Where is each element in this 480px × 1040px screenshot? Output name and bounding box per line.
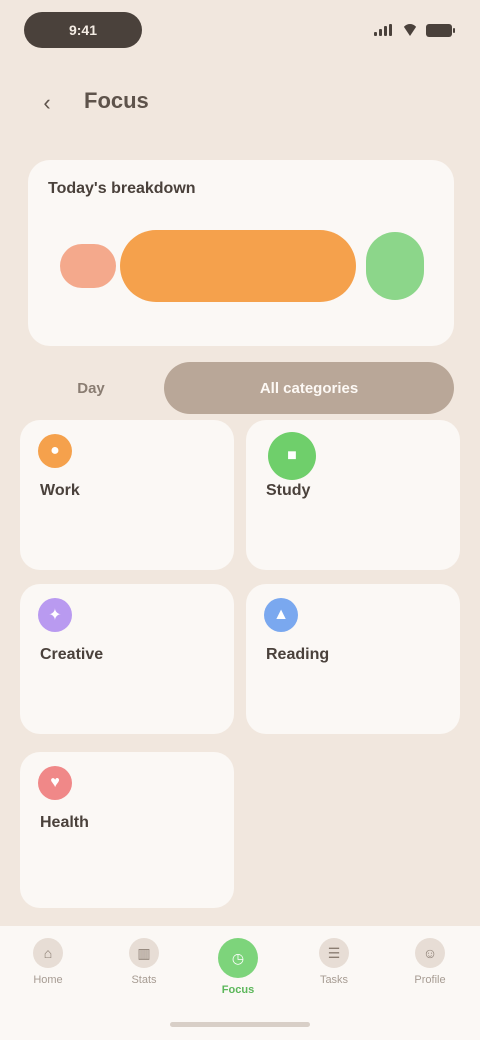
wifi-icon [402,24,418,36]
chart-icon: ▥ [129,938,159,968]
card-title: Health [40,814,89,831]
back-arrow-icon[interactable]: ‹ [30,86,64,120]
summary-segment-1 [60,244,116,288]
nav-label: Profile [414,974,446,986]
heart-icon: ♥ [38,766,72,800]
summary-segment-3 [366,232,424,300]
tab-day[interactable]: Day [28,362,154,414]
nav-label: Focus [221,984,255,996]
category-card-study[interactable]: ■ Study [246,420,460,570]
summary-segment-2 [120,230,356,302]
home-icon: ⌂ [33,938,63,968]
tab-all-categories[interactable]: All categories [164,362,454,414]
signal-icon [374,24,394,36]
timer-icon: ◷ [218,938,258,978]
card-title: Reading [266,646,330,663]
card-title: Work [40,482,80,499]
nav-item-tasks[interactable]: ☰ Tasks [294,938,374,1008]
category-card-work[interactable]: ● Work [20,420,234,570]
status-bar: 9:41 [0,0,480,60]
palette-icon: ✦ [38,598,72,632]
book-icon: ■ [268,432,316,480]
briefcase-icon: ● [38,434,72,468]
category-card-creative[interactable]: ✦ Creative [20,584,234,734]
page-title: Focus [84,88,149,113]
nav-label: Tasks [319,974,349,986]
nav-label: Home [33,974,63,986]
battery-icon [426,23,455,37]
list-icon: ☰ [319,938,349,968]
status-icons [374,22,455,38]
card-title: Creative [40,646,104,663]
nav-item-stats[interactable]: ▥ Stats [104,938,184,1008]
nav-label: Stats [131,974,157,986]
nav-item-focus[interactable]: ◷ Focus [198,938,278,1008]
tabs-row: Day All categories [28,362,454,414]
category-card-reading[interactable]: ▲ Reading [246,584,460,734]
card-title: Study [266,482,311,499]
nav-item-profile[interactable]: ☺ Profile [390,938,470,1008]
bookmark-icon: ▲ [264,598,298,632]
summary-bar [56,226,426,306]
home-indicator [170,1022,310,1027]
status-time: 9:41 [24,12,142,48]
nav-item-home[interactable]: ⌂ Home [8,938,88,1008]
summary-title: Today's breakdown [48,180,196,197]
category-card-health[interactable]: ♥ Health [20,752,234,908]
user-icon: ☺ [415,938,445,968]
